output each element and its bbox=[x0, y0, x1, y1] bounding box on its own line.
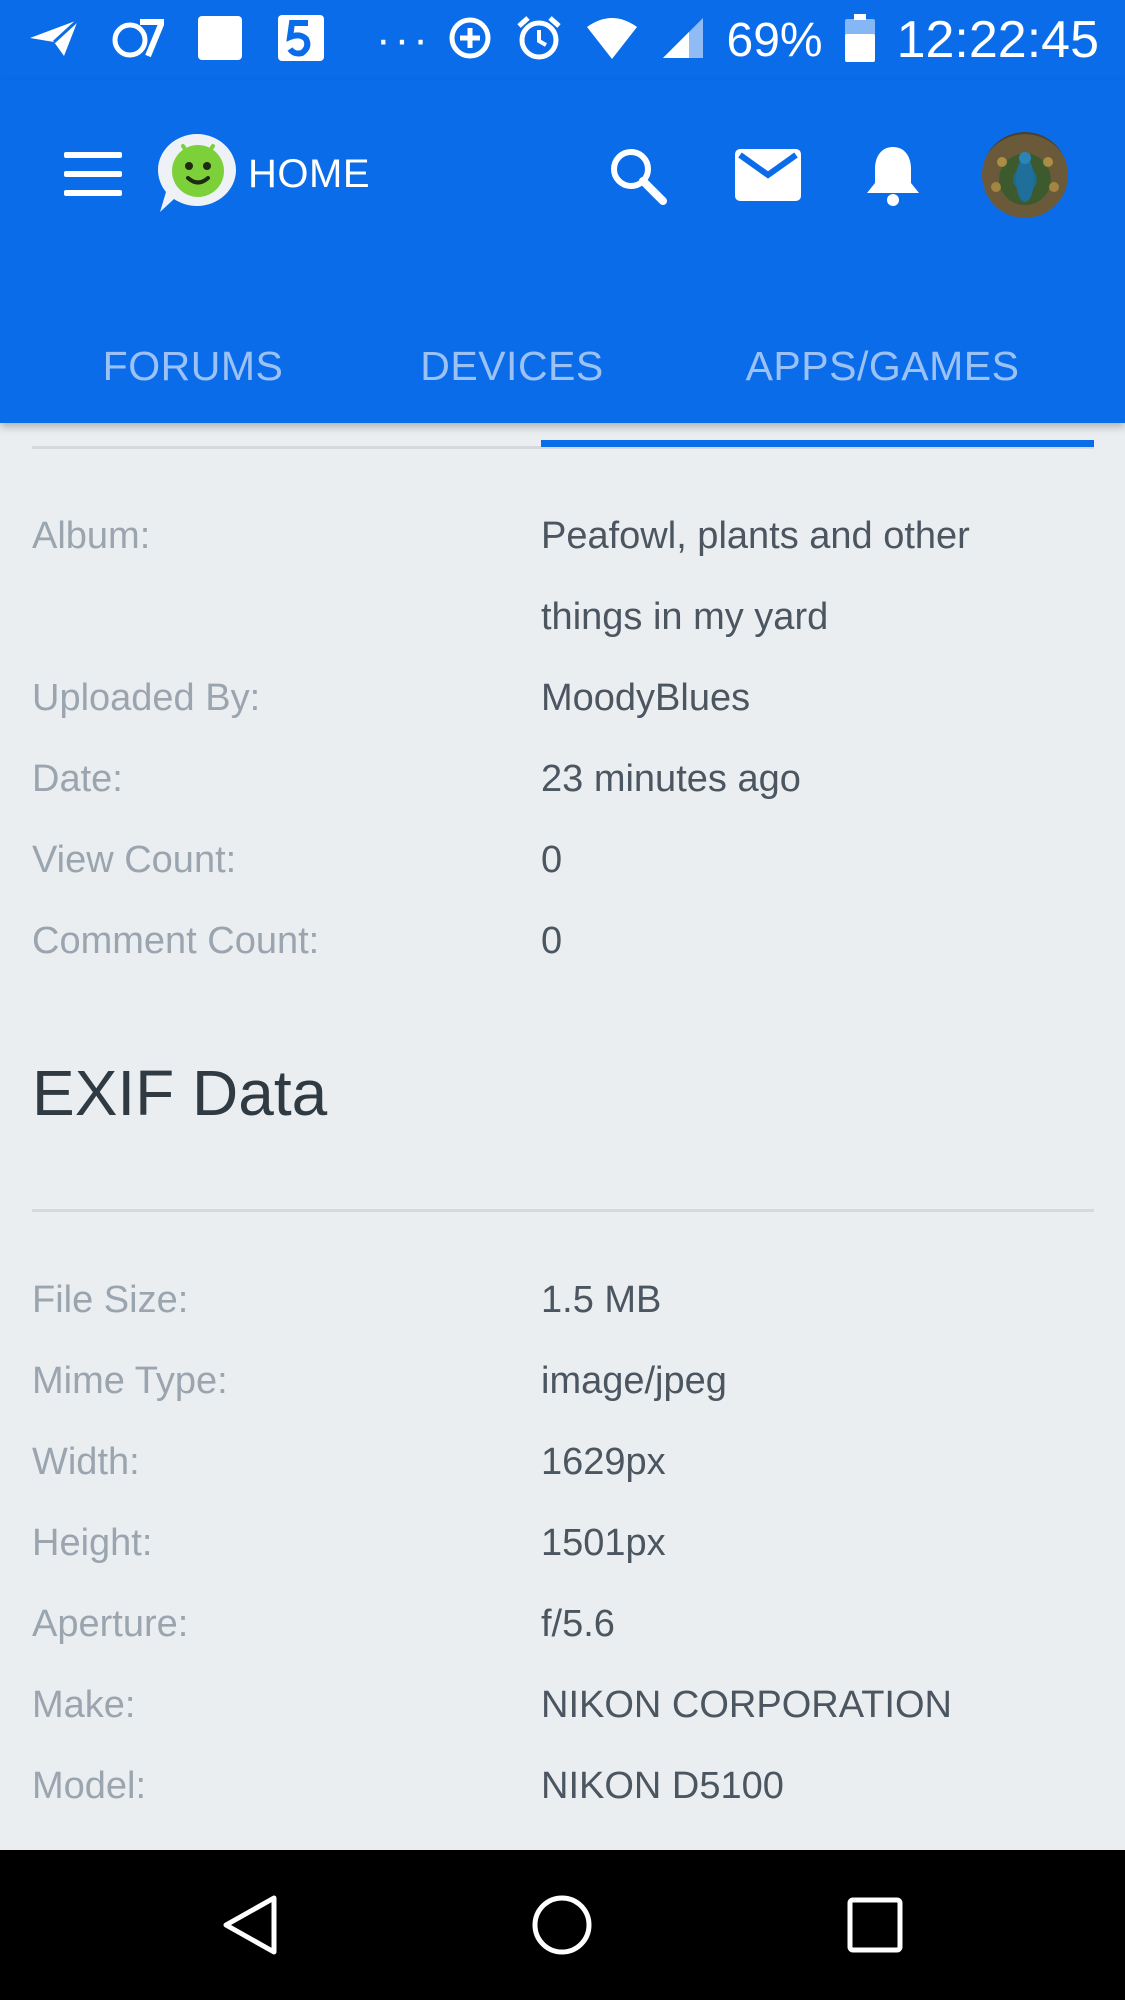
tab-devices[interactable]: DEVICES bbox=[382, 310, 642, 423]
sync-icon bbox=[447, 15, 493, 66]
exif-divider bbox=[32, 1209, 1094, 1212]
notification-icons: ··· bbox=[28, 14, 432, 66]
tab-forums[interactable]: FORUMS bbox=[63, 310, 323, 423]
mail-icon[interactable] bbox=[733, 140, 803, 210]
tab-apps-games[interactable]: APPS/GAMES bbox=[720, 310, 1045, 423]
battery-icon bbox=[844, 13, 875, 67]
detail-row-comment-count: Comment Count: 0 bbox=[0, 901, 1125, 982]
detail-row-album: Album: Peafowl, plants and other things … bbox=[0, 496, 1125, 658]
system-icons: 69% 12:22:45 bbox=[447, 10, 1099, 70]
active-section-indicator bbox=[541, 440, 1094, 447]
search-icon[interactable] bbox=[602, 140, 672, 210]
exif-label: Width: bbox=[32, 1441, 140, 1483]
recents-icon[interactable] bbox=[840, 1890, 910, 1960]
exif-row-model: Model: NIKON D5100 bbox=[0, 1746, 1125, 1827]
detail-value[interactable]: Peafowl, plants and other things in my y… bbox=[541, 496, 1081, 658]
exif-label: File Size: bbox=[32, 1279, 189, 1321]
logo-icon[interactable] bbox=[156, 130, 238, 216]
detail-label: View Count: bbox=[32, 839, 237, 881]
exif-row-width: Width: 1629px bbox=[0, 1422, 1125, 1503]
detail-row-date: Date: 23 minutes ago bbox=[0, 739, 1125, 820]
exif-row-mime-type: Mime Type: image/jpeg bbox=[0, 1341, 1125, 1422]
detail-value[interactable]: MoodyBlues bbox=[541, 658, 1081, 739]
exif-label: Height: bbox=[32, 1522, 153, 1564]
detail-label: Uploaded By: bbox=[32, 677, 261, 719]
avatar[interactable] bbox=[982, 132, 1068, 218]
detail-row-uploaded-by: Uploaded By: MoodyBlues bbox=[0, 658, 1125, 739]
exif-label: Make: bbox=[32, 1684, 136, 1726]
exif-row-make: Make: NIKON CORPORATION bbox=[0, 1665, 1125, 1746]
detail-label: Album: bbox=[32, 515, 151, 557]
alarm-icon bbox=[515, 14, 563, 67]
battery-percent: 69% bbox=[726, 13, 823, 67]
exif-value: 1.5 MB bbox=[541, 1279, 662, 1321]
send-icon bbox=[28, 18, 80, 63]
clock: 12:22:45 bbox=[896, 11, 1099, 69]
status-bar: ··· 69% 12:22:45 bbox=[0, 0, 1125, 80]
exif-value: NIKON D5100 bbox=[541, 1765, 784, 1807]
home-title[interactable]: HOME bbox=[248, 152, 370, 197]
channel5-icon bbox=[276, 13, 326, 68]
exif-row-height: Height: 1501px bbox=[0, 1503, 1125, 1584]
menu-icon[interactable] bbox=[64, 152, 122, 196]
tab-bar: FORUMS DEVICES APPS/GAMES bbox=[0, 310, 1125, 423]
exif-value: NIKON CORPORATION bbox=[541, 1684, 952, 1726]
exif-row-file-size: File Size: 1.5 MB bbox=[0, 1260, 1125, 1341]
system-nav-bar bbox=[0, 1850, 1125, 2000]
detail-label: Date: bbox=[32, 758, 123, 800]
detail-row-view-count: View Count: 0 bbox=[0, 820, 1125, 901]
app-bar: HOME FORUMS DEVICES APPS/GAMES bbox=[0, 80, 1125, 423]
exif-value: image/jpeg bbox=[541, 1360, 727, 1402]
detail-value: 0 bbox=[541, 920, 563, 962]
exif-section-title: EXIF Data bbox=[32, 1057, 328, 1129]
bell-icon[interactable] bbox=[858, 140, 928, 210]
square-notification-icon bbox=[196, 14, 244, 67]
exif-label: Mime Type: bbox=[32, 1360, 228, 1402]
exif-value: 1629px bbox=[541, 1441, 666, 1483]
exif-label: Aperture: bbox=[32, 1603, 189, 1645]
detail-value: 23 minutes ago bbox=[541, 758, 801, 800]
signal-icon bbox=[661, 16, 705, 65]
back-icon[interactable] bbox=[216, 1890, 286, 1960]
exif-value: 1501px bbox=[541, 1522, 666, 1564]
wifi-icon bbox=[585, 17, 639, 64]
detail-label: Comment Count: bbox=[32, 920, 320, 962]
exif-value: f/5.6 bbox=[541, 1603, 615, 1645]
exif-label: Model: bbox=[32, 1765, 147, 1807]
exif-row-aperture: Aperture: f/5.6 bbox=[0, 1584, 1125, 1665]
home-icon[interactable] bbox=[527, 1890, 597, 1960]
detail-value: 0 bbox=[541, 839, 563, 881]
abc7-icon bbox=[112, 16, 167, 65]
overflow-indicator: ··· bbox=[376, 15, 432, 64]
